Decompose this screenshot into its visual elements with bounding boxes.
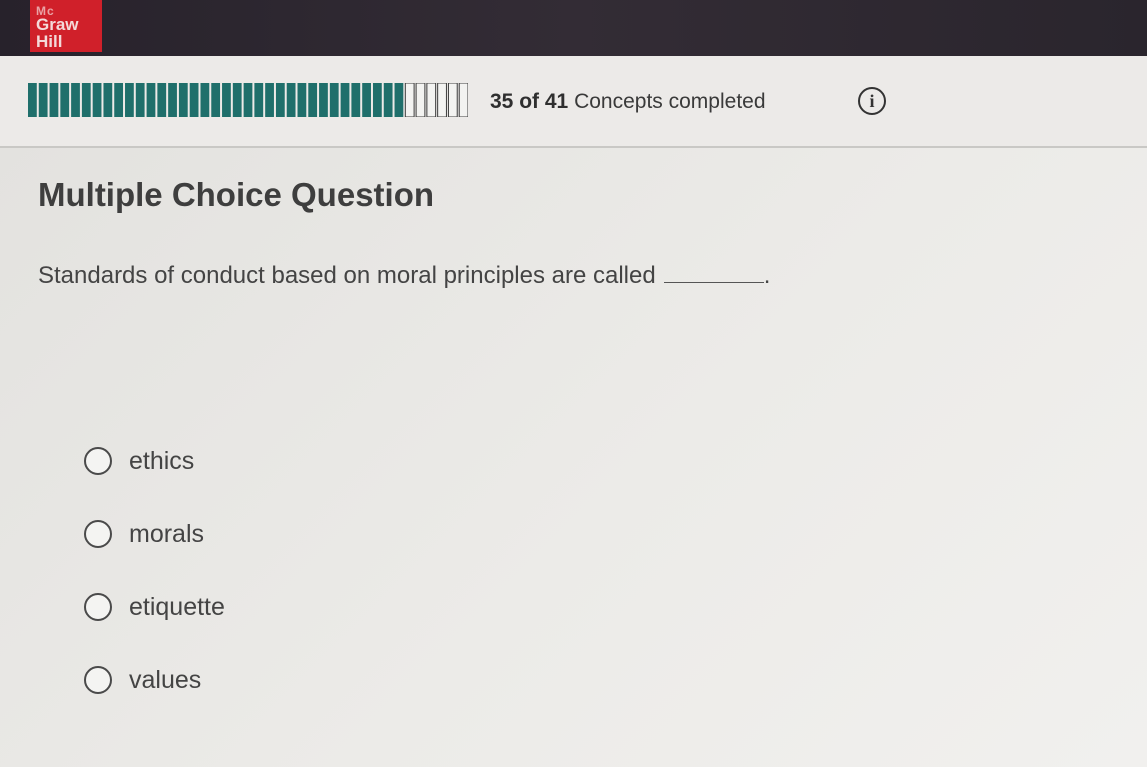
progress-segment-remaining	[415, 83, 426, 117]
progress-section: 35 of 41 Concepts completed i	[0, 56, 1147, 148]
progress-segment-complete	[319, 83, 328, 117]
answer-blank	[663, 264, 764, 283]
progress-segment-complete	[243, 83, 253, 117]
progress-segment-complete	[286, 83, 296, 117]
progress-segment-complete	[232, 83, 242, 117]
progress-segment-complete	[125, 83, 134, 117]
progress-segment-complete	[394, 83, 404, 117]
answer-option[interactable]: morals	[84, 517, 204, 551]
radio-button[interactable]	[84, 520, 112, 548]
progress-segment-complete	[340, 83, 350, 117]
progress-segment-complete	[329, 83, 339, 117]
progress-segment-complete	[49, 83, 59, 117]
progress-segment-remaining	[447, 83, 458, 117]
progress-total-count: 41	[544, 90, 569, 113]
progress-segment-complete	[189, 83, 199, 117]
mcgraw-hill-logo: Mc Graw Hill	[30, 0, 102, 52]
radio-button[interactable]	[84, 666, 112, 694]
progress-segment-complete	[146, 83, 156, 117]
progress-segment-complete	[254, 83, 264, 117]
progress-segment-complete	[351, 83, 361, 117]
progress-segment-complete	[372, 83, 382, 117]
answer-option[interactable]: values	[84, 663, 201, 697]
question-type-heading: Multiple Choice Question	[38, 176, 435, 213]
answer-option-label[interactable]: ethics	[129, 447, 194, 476]
answer-option-label[interactable]: values	[129, 666, 201, 695]
answer-option[interactable]: ethics	[84, 444, 194, 478]
progress-segment-complete	[265, 83, 274, 117]
logo-text-line2: Hill	[36, 32, 63, 51]
progress-segment-complete	[157, 83, 167, 117]
progress-segment-complete	[222, 83, 231, 117]
progress-segment-complete	[81, 83, 91, 117]
progress-of-word: of	[519, 90, 540, 113]
concept-progress-bar	[28, 83, 468, 117]
progress-label: Concepts completed	[574, 90, 766, 113]
answer-option-label[interactable]: etiquette	[129, 593, 225, 622]
progress-segment-complete	[103, 83, 113, 117]
radio-button[interactable]	[84, 593, 112, 621]
question-prompt: Standards of conduct based on moral prin…	[38, 262, 770, 290]
progress-segment-complete	[71, 83, 80, 117]
progress-segment-complete	[275, 83, 285, 117]
progress-segment-remaining	[458, 83, 468, 117]
progress-segment-complete	[308, 83, 318, 117]
progress-bar-segments	[28, 83, 468, 117]
progress-segment-complete	[211, 83, 221, 117]
progress-segment-complete	[297, 83, 307, 117]
progress-segment-complete	[362, 83, 371, 117]
info-icon[interactable]: i	[858, 87, 886, 115]
progress-segment-complete	[38, 83, 48, 117]
progress-segment-complete	[135, 83, 145, 117]
question-panel: Multiple Choice Question Standards of co…	[0, 148, 1147, 767]
logo-text-line1: Graw	[36, 15, 79, 34]
answer-option[interactable]: etiquette	[84, 590, 225, 624]
progress-segment-complete	[114, 83, 124, 117]
progress-segment-remaining	[437, 83, 447, 117]
logo-text-top: Mc	[36, 4, 55, 18]
progress-segment-complete	[28, 83, 37, 117]
progress-segment-remaining	[404, 83, 415, 117]
question-prompt-text: Standards of conduct based on moral prin…	[38, 262, 656, 289]
progress-completed-count: 35	[490, 90, 514, 113]
progress-segment-complete	[92, 83, 102, 117]
progress-segment-complete	[168, 83, 177, 117]
progress-segment-complete	[60, 83, 70, 117]
question-prompt-end: .	[763, 262, 771, 289]
progress-text: 35 of 41 Concepts completed	[490, 90, 766, 114]
top-bar: Mc Graw Hill	[0, 0, 1147, 56]
progress-segment-complete	[178, 83, 188, 117]
progress-segment-remaining	[426, 83, 437, 117]
radio-button[interactable]	[84, 447, 112, 475]
progress-segment-complete	[383, 83, 393, 117]
progress-segment-complete	[200, 83, 210, 117]
answer-option-label[interactable]: morals	[129, 520, 204, 549]
